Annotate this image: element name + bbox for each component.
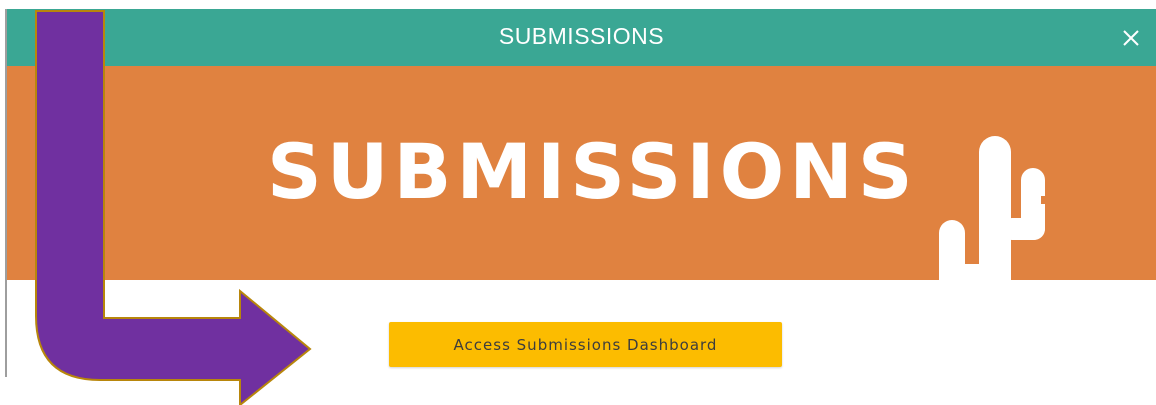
modal-title: SUBMISSIONS (498, 23, 665, 49)
modal-titlebar: SUBMISSIONS (7, 9, 1156, 66)
close-button[interactable] (1116, 23, 1146, 53)
modal-window: SUBMISSIONS SUBMISSIONS Access Submissio… (0, 0, 1156, 405)
banner-heading: SUBMISSIONS (267, 127, 918, 216)
submissions-banner: SUBMISSIONS (7, 66, 1156, 280)
cactus-icon (939, 136, 1047, 280)
close-icon (1123, 30, 1139, 46)
access-dashboard-button[interactable]: Access Submissions Dashboard (389, 322, 782, 367)
